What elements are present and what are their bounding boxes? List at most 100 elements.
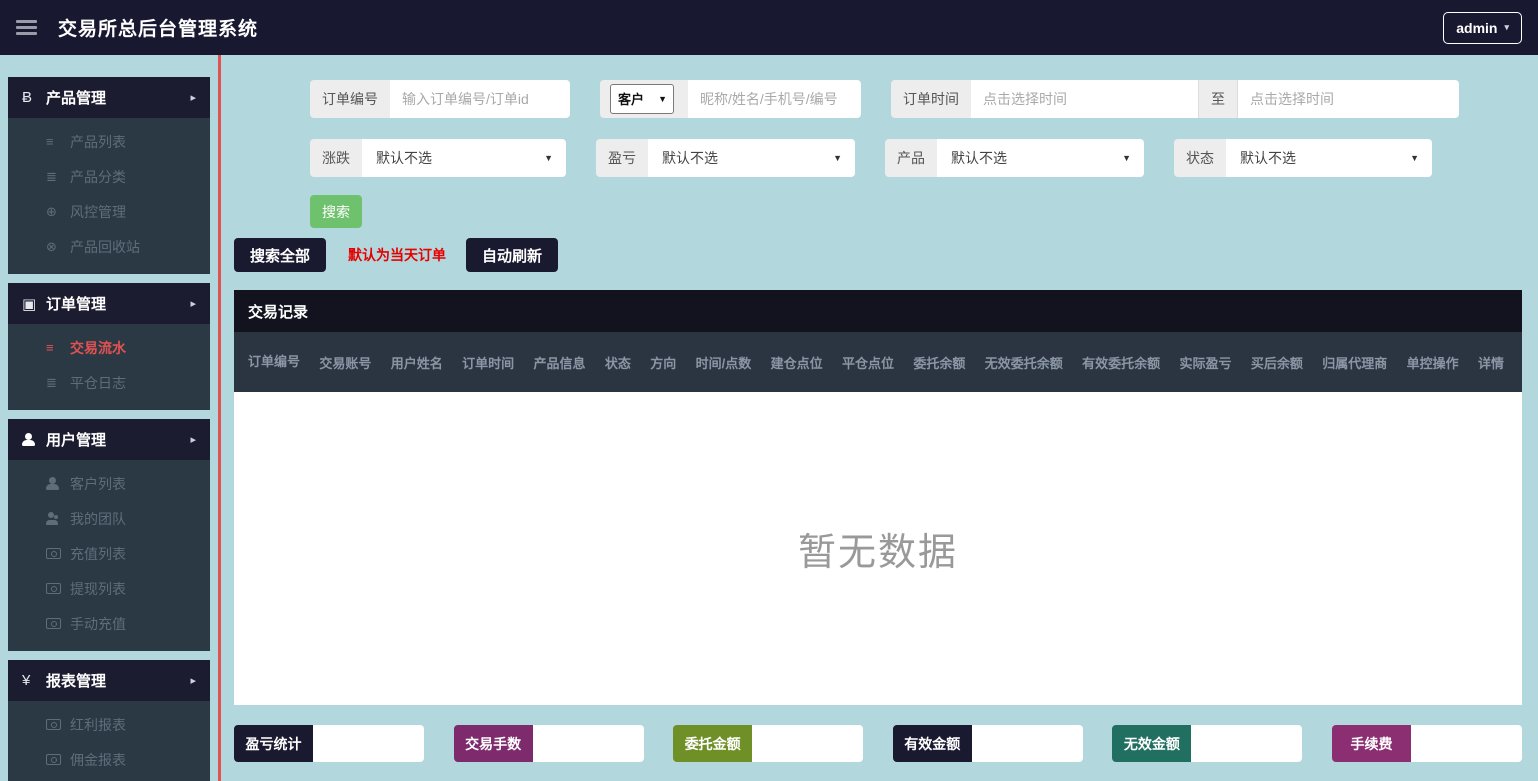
stat-label: 有效金额 — [892, 725, 972, 762]
customer-type-select[interactable]: 客户 — [611, 85, 673, 113]
sidebar-item[interactable]: ≡ 交易流水 — [8, 330, 210, 365]
recycle-icon: ⊗ — [46, 238, 57, 254]
sidebar-section-header[interactable]: ▣ 订单管理 ▸ — [8, 283, 210, 324]
sidebar-section: ¥ 报表管理 ▸ 红利报表佣金报表资金报表 — [8, 660, 210, 781]
sidebar-nav: Ƀ 产品管理 ▸ ≡ 产品列表 ≣ 产品分类 ⊕ 风控管理 ⊗ 产品回收站 ▣ 订单管理 ▸ ≡ 交易流水 ≣ 平… — [8, 77, 210, 781]
caret-right-icon: ▸ — [190, 298, 196, 310]
banknote-icon — [46, 618, 61, 629]
sidebar-section: Ƀ 产品管理 ▸ ≡ 产品列表 ≣ 产品分类 ⊕ 风控管理 ⊗ 产品回收站 — [8, 77, 210, 274]
column-header: 交易账号 — [319, 355, 372, 371]
column-header: 订单时间 — [462, 355, 515, 371]
stat-label: 盈亏统计 — [234, 725, 313, 762]
bitcoin-icon: Ƀ — [22, 89, 33, 106]
order-time-filter: 订单时间 至 — [891, 80, 1459, 118]
sidebar-item[interactable]: ⊕ 风控管理 — [8, 194, 210, 229]
sidebar-item[interactable]: 我的团队 — [8, 501, 210, 536]
auto-refresh-button[interactable]: 自动刷新 — [466, 238, 559, 272]
sidebar-item-label: 佣金报表 — [70, 751, 126, 768]
order-time-to-label: 至 — [1198, 80, 1238, 118]
stats-row: 盈亏统计 交易手数 委托金额 有效金额 无效金额 手续费 — [234, 725, 1522, 762]
user-menu-button[interactable]: admin ▾ — [1443, 11, 1522, 44]
sidebar-section-header[interactable]: ¥ 报表管理 ▸ — [8, 660, 210, 701]
sidebar-item-label: 手动充值 — [70, 615, 126, 632]
stat-label: 交易手数 — [453, 725, 533, 762]
order-no-label: 订单编号 — [310, 80, 390, 118]
sidebar-item-label: 红利报表 — [70, 716, 126, 733]
banknote-icon — [46, 754, 61, 765]
sidebar-item-label: 提现列表 — [70, 580, 126, 597]
sidebar-section-header[interactable]: 用户管理 ▸ — [8, 419, 210, 460]
hamburger-icon — [16, 26, 37, 29]
column-header: 方向 — [650, 355, 677, 371]
stat-value — [1191, 725, 1303, 762]
order-time-from-input[interactable] — [971, 80, 1198, 118]
sidebar-item[interactable]: 资金报表 — [8, 777, 210, 781]
banknote-icon — [46, 583, 61, 594]
column-header: 平仓点位 — [841, 355, 894, 371]
sidebar-item-label: 产品分类 — [70, 168, 126, 185]
rise-fall-select[interactable]: 默认不选 — [362, 139, 566, 177]
sidebar-item-label: 风控管理 — [70, 203, 126, 220]
column-header: 有效委托余额 — [1082, 355, 1161, 371]
column-header: 详情 — [1477, 355, 1504, 371]
sidebar-item[interactable]: ≡ 产品列表 — [8, 124, 210, 159]
sidebar-item[interactable]: 手动充值 — [8, 606, 210, 641]
rise-fall-filter: 涨跌 默认不选 ▼ — [310, 139, 566, 177]
column-header: 用户姓名 — [390, 355, 443, 371]
stat-value — [752, 725, 864, 762]
sidebar-section-label: 报表管理 — [46, 673, 107, 690]
sidebar-item-label: 客户列表 — [70, 475, 126, 492]
move-icon: ⊕ — [46, 203, 57, 219]
sidebar-item[interactable]: 红利报表 — [8, 707, 210, 742]
sidebar-item[interactable]: 提现列表 — [8, 571, 210, 606]
app-title: 交易所总后台管理系统 — [58, 19, 259, 40]
stat-label: 手续费 — [1331, 725, 1411, 762]
product-select[interactable]: 默认不选 — [937, 139, 1144, 177]
sidebar-item[interactable]: ⊗ 产品回收站 — [8, 229, 210, 264]
trade-records-panel: 交易记录 订单编号 交易账号 用户姓名 订单时间 产品信息 状态 方向 时间/点数 建仓点位 平仓… — [234, 290, 1522, 705]
sidebar-item[interactable]: ≣ 平仓日志 — [8, 365, 210, 400]
yen-icon: ¥ — [22, 672, 31, 689]
column-header: 状态 — [604, 355, 631, 371]
customer-input[interactable] — [688, 80, 861, 118]
topbar: 交易所总后台管理系统 admin ▾ — [0, 0, 1538, 55]
column-header: 产品信息 — [533, 355, 586, 371]
list-icon: ≡ — [46, 134, 54, 149]
menu-toggle-button[interactable] — [16, 26, 46, 29]
order-no-input[interactable] — [390, 80, 570, 118]
stat-group: 委托金额 — [673, 725, 864, 762]
sidebar-item[interactable]: ≣ 产品分类 — [8, 159, 210, 194]
sidebar-submenu: ≡ 交易流水 ≣ 平仓日志 — [8, 324, 210, 410]
column-header: 建仓点位 — [770, 355, 823, 371]
list-indent-icon: ≣ — [46, 168, 57, 184]
sidebar-section-label: 用户管理 — [46, 432, 107, 449]
caret-down-icon: ▾ — [1504, 22, 1509, 32]
profit-loss-label: 盈亏 — [596, 139, 648, 177]
sidebar-item-label: 平仓日志 — [70, 374, 126, 391]
profit-loss-select[interactable]: 默认不选 — [648, 139, 855, 177]
column-header: 无效委托余额 — [984, 355, 1063, 371]
sidebar-item[interactable]: 佣金报表 — [8, 742, 210, 777]
order-no-filter: 订单编号 — [310, 80, 570, 118]
search-button[interactable]: 搜索 — [310, 195, 362, 228]
product-label: 产品 — [885, 139, 937, 177]
sidebar-section-header[interactable]: Ƀ 产品管理 ▸ — [8, 77, 210, 118]
sidebar-section: 用户管理 ▸ 客户列表我的团队充值列表提现列表手动充值 — [8, 419, 210, 651]
sidebar-item[interactable]: 客户列表 — [8, 466, 210, 501]
action-row: 搜索全部 默认为当天订单 自动刷新 — [234, 238, 559, 272]
sidebar-item-label: 我的团队 — [70, 510, 126, 527]
status-select[interactable]: 默认不选 — [1226, 139, 1432, 177]
column-header: 单控操作 — [1406, 355, 1459, 371]
stat-group: 手续费 — [1331, 725, 1522, 762]
orders-icon: ▣ — [22, 295, 37, 313]
sidebar-item-label: 交易流水 — [70, 339, 126, 356]
column-header: 订单编号 — [248, 354, 301, 370]
order-time-to-input[interactable] — [1238, 80, 1459, 118]
sidebar-item-label: 充值列表 — [70, 545, 126, 562]
sidebar-item[interactable]: 充值列表 — [8, 536, 210, 571]
customer-filter: 客户 ▼ — [600, 80, 861, 118]
search-all-button[interactable]: 搜索全部 — [234, 238, 327, 272]
banknote-icon — [46, 719, 61, 730]
status-label: 状态 — [1174, 139, 1226, 177]
column-header: 委托余额 — [913, 355, 966, 371]
